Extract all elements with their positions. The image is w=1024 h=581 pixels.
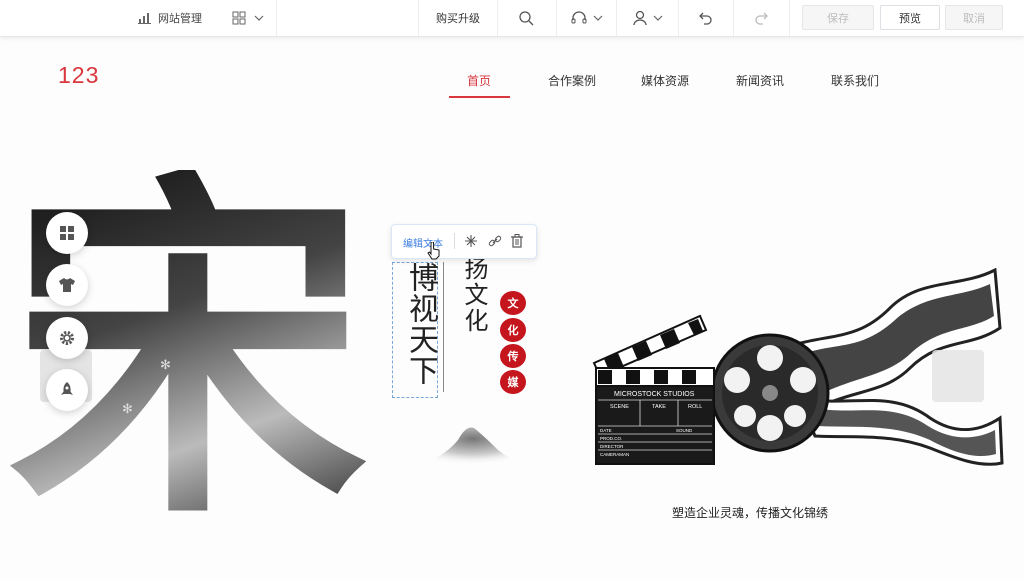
nav-item-contact[interactable]: 联系我们 — [831, 72, 879, 89]
upgrade-button[interactable]: 购买升级 — [418, 0, 498, 36]
chevron-down-icon — [653, 15, 662, 21]
seal-stamp: 媒 — [500, 370, 526, 394]
clapper-date-text: DATE — [600, 428, 612, 433]
clapperboard: MICROSTOCK STUDIOS SCENE TAKE ROLL DATE … — [592, 314, 715, 465]
site-manage-label: 网站管理 — [158, 12, 202, 25]
nav-item-media[interactable]: 媒体资源 — [641, 72, 689, 89]
toolbar-divider — [454, 233, 455, 249]
trash-icon[interactable] — [511, 234, 523, 248]
cancel-button[interactable]: 取消 — [945, 5, 1003, 30]
editor-toolbar: 网站管理 购买升级 保存 预览 取消 — [0, 0, 1024, 37]
redo-button[interactable] — [733, 0, 790, 36]
clapper-prod-text: PROD.CO. — [600, 436, 622, 441]
preview-button[interactable]: 预览 — [880, 5, 940, 30]
hero-caption: 塑造企业灵魂，传播文化锦绣 — [672, 506, 829, 520]
ink-mountain-illustration — [418, 427, 528, 465]
link-icon[interactable] — [488, 234, 502, 248]
search-button[interactable] — [496, 0, 557, 36]
publish-button[interactable] — [46, 369, 88, 411]
seal-stamp: 文 — [500, 291, 526, 315]
clapper-studio-text: MICROSTOCK STUDIOS — [614, 391, 695, 398]
clapper-sound-text: SOUND — [676, 428, 693, 433]
clapper-roll-text: ROLL — [688, 404, 702, 410]
nav-item-home[interactable]: 首页 — [467, 72, 491, 89]
side-panel-tab — [932, 350, 984, 402]
settings-button[interactable] — [46, 317, 88, 359]
bar-chart-icon — [138, 13, 151, 24]
account-button[interactable] — [616, 0, 679, 36]
theme-button[interactable] — [46, 264, 88, 306]
clapper-scene-text: SCENE — [610, 404, 629, 410]
seal-stamp: 化 — [500, 318, 526, 342]
element-edit-toolbar: 编辑文本 — [391, 224, 537, 259]
snowflake-ornament: ✻ — [160, 358, 171, 373]
undo-button[interactable] — [678, 0, 734, 36]
nav-active-underline — [449, 96, 510, 98]
redo-icon — [755, 12, 768, 25]
nav-item-news[interactable]: 新闻资讯 — [736, 72, 784, 89]
chevron-down-icon — [593, 15, 602, 21]
gear-icon — [60, 331, 74, 345]
user-icon — [632, 10, 647, 26]
vertical-text-secondary[interactable]: 扬文化 — [457, 256, 492, 334]
animation-icon[interactable] — [464, 234, 478, 248]
snowflake-ornament: ✻ — [122, 402, 133, 417]
support-button[interactable] — [556, 0, 617, 36]
modules-button[interactable] — [46, 212, 88, 254]
seal-stamp: 传 — [500, 344, 526, 368]
grid-icon — [232, 11, 246, 25]
headset-icon — [571, 11, 586, 24]
clapper-take-text: TAKE — [652, 404, 666, 410]
shirt-icon — [59, 278, 75, 292]
search-icon — [519, 11, 534, 26]
vertical-divider — [443, 262, 444, 392]
site-logo[interactable]: 123 — [58, 62, 99, 89]
undo-icon — [698, 12, 712, 25]
hand-cursor-icon — [427, 242, 440, 260]
clapper-camera-text: CAMERAMAN — [600, 452, 629, 457]
upgrade-label: 购买升级 — [436, 12, 480, 25]
apps-menu-button[interactable] — [220, 0, 277, 36]
chevron-down-icon — [254, 15, 264, 21]
save-button[interactable]: 保存 — [802, 5, 874, 30]
rocket-icon — [61, 382, 73, 395]
site-manage-button[interactable]: 网站管理 — [125, 0, 215, 36]
grid-icon — [60, 226, 74, 240]
clapper-director-text: DIRECTOR — [600, 444, 624, 449]
vertical-text-main[interactable]: 博视天下 — [398, 262, 442, 386]
nav-item-cases[interactable]: 合作案例 — [548, 72, 596, 89]
